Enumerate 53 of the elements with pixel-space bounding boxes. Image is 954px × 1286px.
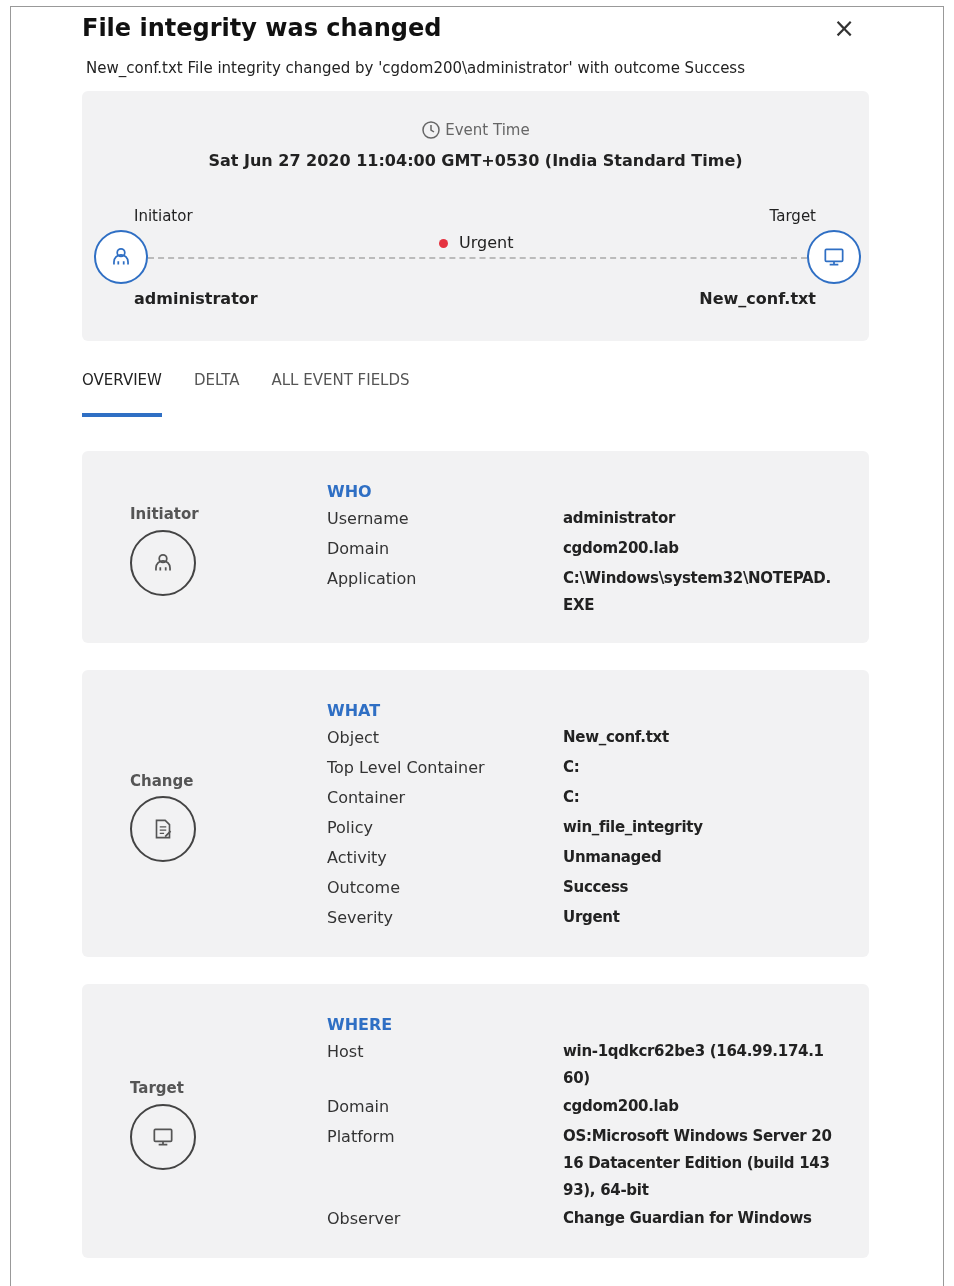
field-label: Platform <box>327 1126 396 1148</box>
field-value: C: <box>563 757 581 778</box>
tab[interactable]: ALL EVENT FIELDS <box>271 369 410 417</box>
clock-icon <box>421 120 442 141</box>
field-value: win-1qdkcr62be3 (164.99.174.160) <box>563 1041 825 1089</box>
field-label: Container <box>327 787 407 809</box>
field-value: Change Guardian for Windows <box>563 1208 813 1229</box>
field-label: Domain <box>327 538 391 560</box>
field-label: Outcome <box>327 877 402 899</box>
monitor-icon <box>130 1103 196 1170</box>
event-time-label: Event Time <box>445 120 530 141</box>
person-icon <box>94 230 148 284</box>
event-time: Sat Jun 27 2020 11:04:00 GMT+0530 (India Standard Time) <box>207 150 744 172</box>
field-label: Domain <box>327 1096 391 1118</box>
initiator-label: Initiator <box>134 206 193 227</box>
field-label: Host <box>327 1041 365 1063</box>
field-value: OS:Microsoft Windows Server 2016 Datacenter Edition (build 14393), 64-bit <box>563 1126 833 1201</box>
field-value: cgdom200.lab <box>563 1096 680 1117</box>
field-label: Application <box>327 568 418 590</box>
dialog-title: File integrity was changed <box>82 13 442 43</box>
document-icon <box>130 796 196 863</box>
field-label: Object <box>327 727 381 749</box>
initiator-name: administrator <box>134 288 258 310</box>
event-description: New_conf.txt File integrity changed by 'cgdom200\administrator' with outcome Success <box>86 58 746 79</box>
person-icon <box>130 529 196 596</box>
section-role: Change <box>130 770 194 792</box>
close-button[interactable]: × <box>833 13 855 43</box>
field-value: Unmanaged <box>563 847 663 868</box>
field-value: win_file_integrity <box>563 817 704 838</box>
field-label: Activity <box>327 847 388 869</box>
field-value: Urgent <box>563 907 621 928</box>
tab[interactable]: DELTA <box>193 369 240 417</box>
tab[interactable]: OVERVIEW <box>82 369 162 417</box>
field-label: Top Level Container <box>327 757 486 779</box>
field-value: C:\Windows\system32\NOTEPAD.EXE <box>563 568 832 616</box>
section-heading: WHO <box>327 481 373 503</box>
severity-label: Urgent <box>459 232 514 254</box>
field-value: New_conf.txt <box>563 727 670 748</box>
field-label: Severity <box>327 907 395 929</box>
field-value: administrator <box>563 508 677 529</box>
section-heading: WHAT <box>327 700 382 722</box>
target-label: Target <box>769 206 816 227</box>
field-label: Observer <box>327 1208 402 1230</box>
section-role: Initiator <box>130 504 199 526</box>
section-role: Target <box>130 1078 184 1100</box>
field-value: Success <box>563 877 630 898</box>
monitor-icon <box>807 230 861 284</box>
section-heading: WHERE <box>327 1014 394 1036</box>
field-label: Username <box>327 508 410 530</box>
field-value: C: <box>563 787 581 808</box>
field-label: Policy <box>327 817 375 839</box>
target-name: New_conf.txt <box>699 288 816 310</box>
field-value: cgdom200.lab <box>563 538 680 559</box>
